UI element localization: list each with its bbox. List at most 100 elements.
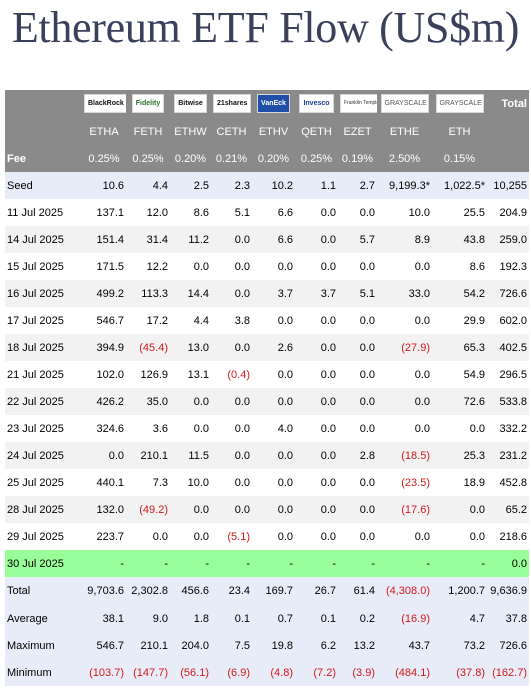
- issuer-cell: Fidelity: [126, 90, 170, 117]
- flow-value-cell: 8.9: [377, 226, 432, 253]
- grayscale-logo: GRAYSCALE: [380, 94, 429, 113]
- fidelity-logo: Fidelity: [131, 94, 165, 113]
- flow-value-cell: (17.6): [377, 496, 432, 523]
- flow-value-cell: 0.0: [432, 523, 487, 550]
- flow-value-cell: 499.2: [82, 280, 126, 307]
- flow-value-cell: 0.0: [295, 442, 338, 469]
- row-label: Seed: [5, 172, 82, 199]
- issuer-cell: Franklin Templeton: [338, 90, 377, 117]
- flow-value-cell: 210.1: [126, 632, 170, 659]
- flow-value-cell: 9,703.6: [82, 577, 126, 605]
- flow-value-cell: 0.0: [295, 469, 338, 496]
- row-total-cell: 10,255: [487, 172, 529, 199]
- flow-value-cell: 0.0: [432, 496, 487, 523]
- table-row: Seed 10.6 4.4 2.5 2.3 10.2 1.1 2.7 9,199.3* 1,022…: [5, 172, 529, 199]
- flow-value-cell: -: [377, 550, 432, 577]
- ticker-total-cell: [487, 117, 529, 146]
- ticker-header: ETHE: [377, 117, 432, 146]
- flow-value-cell: (4.8): [252, 659, 295, 686]
- table-row: 21 Jul 2025 102.0 126.9 13.1 (0.4) 0.0 0.0 0.0 0…: [5, 361, 529, 388]
- flow-value-cell: (7.2): [295, 659, 338, 686]
- table-row: Average 38.1 9.0 1.8 0.1 0.7 0.1 0.2 (16.9) 4.7 37…: [5, 605, 529, 632]
- flow-value-cell: 6.2: [295, 632, 338, 659]
- flow-value-cell: 324.6: [82, 415, 126, 442]
- flow-value-cell: 0.0: [338, 496, 377, 523]
- vaneck-logo: VanEck: [257, 94, 290, 113]
- flow-value-cell: 0.0: [338, 415, 377, 442]
- flow-value-cell: 2.6: [252, 334, 295, 361]
- flow-value-cell: 0.0: [211, 442, 252, 469]
- flow-value-cell: 0.0: [170, 253, 211, 280]
- row-total-cell: (162.7): [487, 659, 529, 686]
- flow-value-cell: 33.0: [377, 280, 432, 307]
- issuer-cell: GRAYSCALE: [377, 90, 432, 117]
- flow-value-cell: 0.0: [377, 388, 432, 415]
- flow-value-cell: 169.7: [252, 577, 295, 605]
- flow-value-cell: 0.0: [295, 415, 338, 442]
- fee-label: Fee: [5, 146, 82, 172]
- table-row: 14 Jul 2025 151.4 31.4 11.2 0.0 6.6 0.0 5.7 8.9 4…: [5, 226, 529, 253]
- flow-value-cell: 13.0: [170, 334, 211, 361]
- ticker-header: ETHA: [82, 117, 126, 146]
- flow-value-cell: 0.0: [432, 415, 487, 442]
- issuer-logo-row: BlackRock Fidelity Bitwise 21shares VanEck In…: [5, 90, 529, 117]
- flow-value-cell: 0.0: [377, 415, 432, 442]
- flow-value-cell: 0.0: [170, 496, 211, 523]
- ticker-header: FETH: [126, 117, 170, 146]
- flow-value-cell: 0.0: [295, 334, 338, 361]
- ticker-header: ETH: [432, 117, 487, 146]
- flow-value-cell: 0.0: [295, 523, 338, 550]
- flow-value-cell: 10.2: [252, 172, 295, 199]
- flow-value-cell: 29.9: [432, 307, 487, 334]
- row-label: 16 Jul 2025: [5, 280, 82, 307]
- flow-value-cell: 0.1: [295, 605, 338, 632]
- flow-value-cell: 25.5: [432, 199, 487, 226]
- blackrock-logo: BlackRock: [84, 94, 126, 113]
- flow-value-cell: -: [170, 550, 211, 577]
- flow-value-cell: 12.0: [126, 199, 170, 226]
- table-row: 22 Jul 2025 426.2 35.0 0.0 0.0 0.0 0.0 0.0 0.0 72…: [5, 388, 529, 415]
- flow-value-cell: 18.9: [432, 469, 487, 496]
- flow-value-cell: (16.9): [377, 605, 432, 632]
- flow-value-cell: 6.6: [252, 199, 295, 226]
- row-total-cell: 533.8: [487, 388, 529, 415]
- flow-value-cell: 4.4: [126, 172, 170, 199]
- flow-value-cell: -: [432, 550, 487, 577]
- flow-value-cell: 0.0: [338, 253, 377, 280]
- flow-value-cell: 440.1: [82, 469, 126, 496]
- row-total-cell: 402.5: [487, 334, 529, 361]
- table-row: 23 Jul 2025 324.6 3.6 0.0 0.0 4.0 0.0 0.0 0.0 0.0…: [5, 415, 529, 442]
- flow-value-cell: 1.8: [170, 605, 211, 632]
- flow-value-cell: 0.0: [252, 307, 295, 334]
- row-label: Minimum: [5, 659, 82, 686]
- ticker-label-cell: [5, 117, 82, 146]
- issuer-cell: GRAYSCALE: [432, 90, 487, 117]
- flow-value-cell: 546.7: [82, 632, 126, 659]
- row-total-cell: 259.0: [487, 226, 529, 253]
- flow-value-cell: 7.3: [126, 469, 170, 496]
- fee-row: Fee 0.25% 0.25% 0.20% 0.21% 0.20% 0.25% 0.19% 2.…: [5, 146, 529, 172]
- flow-value-cell: 12.2: [126, 253, 170, 280]
- flow-value-cell: 426.2: [82, 388, 126, 415]
- flow-value-cell: (6.9): [211, 659, 252, 686]
- flow-value-cell: (27.9): [377, 334, 432, 361]
- fee-value: 0.20%: [252, 146, 295, 172]
- fee-value: 0.19%: [338, 146, 377, 172]
- row-label: Average: [5, 605, 82, 632]
- flow-value-cell: 0.0: [126, 523, 170, 550]
- row-total-cell: 0.0: [487, 550, 529, 577]
- flow-value-cell: 6.6: [252, 226, 295, 253]
- flow-value-cell: 0.0: [252, 469, 295, 496]
- table-row: 28 Jul 2025 132.0 (49.2) 0.0 0.0 0.0 0.0 0.0 (17…: [5, 496, 529, 523]
- flow-value-cell: (18.5): [377, 442, 432, 469]
- flow-value-cell: 19.8: [252, 632, 295, 659]
- flow-value-cell: 0.0: [295, 199, 338, 226]
- fee-value: 0.25%: [126, 146, 170, 172]
- flow-value-cell: (23.5): [377, 469, 432, 496]
- flow-value-cell: 4.7: [432, 605, 487, 632]
- fee-value: 0.25%: [82, 146, 126, 172]
- corner-cell: [5, 90, 82, 117]
- flow-value-cell: (3.9): [338, 659, 377, 686]
- flow-value-cell: 0.0: [252, 442, 295, 469]
- flow-value-cell: 8.6: [432, 253, 487, 280]
